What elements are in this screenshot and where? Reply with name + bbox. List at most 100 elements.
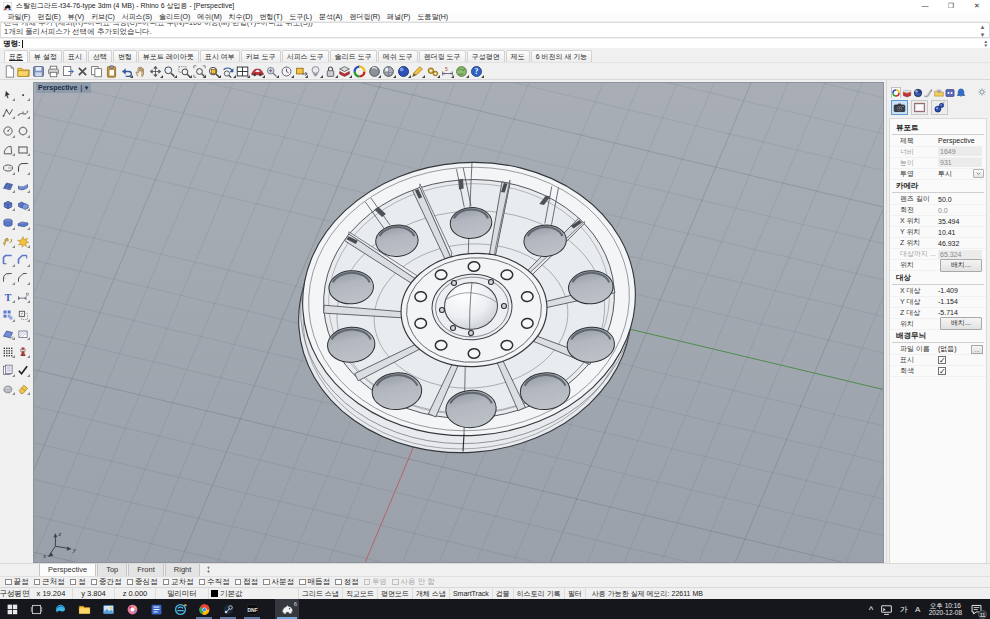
chamfer-edge-icon[interactable]	[16, 254, 30, 267]
osnap-checkbox[interactable]	[392, 579, 399, 586]
chrome-taskbar-icon[interactable]	[192, 599, 216, 619]
viewport-title-menu-arrow[interactable]: ▼	[83, 85, 89, 91]
osnap-item[interactable]: 끝점	[5, 577, 29, 587]
tray-chevron[interactable]: ^	[865, 605, 878, 614]
toolbar-tab[interactable]: 6 버전의 새 기능	[531, 50, 593, 62]
menu-item[interactable]: 편집(E)	[34, 12, 64, 22]
toolbar-tab[interactable]: 표시 여부	[200, 50, 240, 62]
copy-view-icon[interactable]	[60, 64, 75, 79]
new-file-icon[interactable]	[2, 64, 17, 79]
menu-item[interactable]: 렌더링(R)	[346, 12, 384, 22]
lens-page-button[interactable]	[931, 100, 948, 115]
open-folder-icon[interactable]	[17, 64, 32, 79]
command-history-scrollbar[interactable]: ▲▼	[977, 23, 988, 38]
web-panel-tab-icon[interactable]	[945, 87, 955, 98]
arc-icon[interactable]	[1, 143, 15, 156]
pencil-render-icon[interactable]	[411, 64, 426, 79]
curve-chamfer-icon[interactable]	[16, 272, 30, 285]
toolbar-tab[interactable]: 뷰포트 레이아웃	[138, 50, 199, 62]
cursor-icon[interactable]	[1, 88, 15, 101]
toolbar-tab[interactable]: 표시	[63, 50, 87, 62]
ellipse-icon[interactable]	[1, 162, 15, 175]
panel-row-browse-button[interactable]: ...	[971, 345, 983, 354]
dimension-icon[interactable]	[16, 290, 30, 303]
toolbar-tab[interactable]: 메쉬 도구	[378, 50, 418, 62]
status-toggle[interactable]: 직교모드	[343, 588, 378, 599]
osnap-checkbox[interactable]	[163, 579, 170, 586]
explorer-taskbar-icon[interactable]	[72, 599, 96, 619]
menu-item[interactable]: 메쉬(M)	[194, 12, 226, 22]
close-button[interactable]: ✕	[964, 0, 990, 12]
paint-taskbar-icon[interactable]	[120, 599, 144, 619]
menu-item[interactable]: 솔리드(O)	[156, 12, 194, 22]
history-clock-icon[interactable]	[279, 64, 294, 79]
osnap-checkbox[interactable]	[263, 579, 270, 586]
four-viewports-icon[interactable]	[236, 64, 251, 79]
stone-gray-icon[interactable]	[1, 382, 15, 395]
minimize-button[interactable]: —	[912, 0, 938, 12]
panel-row-value[interactable]: 931	[938, 158, 982, 167]
viewport-rect-page-button[interactable]	[911, 100, 928, 115]
delete-x-icon[interactable]	[75, 64, 90, 79]
properties-tab-icon[interactable]	[891, 87, 901, 98]
zoom-dynamic-icon[interactable]	[163, 64, 178, 79]
toolbar-tab[interactable]: 제도	[506, 50, 530, 62]
osnap-checkbox[interactable]	[34, 579, 41, 586]
osnap-checkbox[interactable]	[5, 579, 12, 586]
cplane-button[interactable]: 구성평면	[0, 588, 30, 599]
surface-sweep-icon[interactable]	[16, 180, 30, 193]
rectangle-icon[interactable]	[16, 143, 30, 156]
ie-taskbar-icon[interactable]	[168, 599, 192, 619]
text-tool-icon[interactable]	[1, 290, 15, 303]
polyline-icon[interactable]	[1, 106, 15, 119]
fillet-edge-icon[interactable]	[1, 254, 15, 267]
task-view-taskbar-icon[interactable]	[24, 599, 48, 619]
ime-korean-indicator[interactable]: 가	[896, 604, 911, 615]
view-undo-icon[interactable]	[221, 64, 236, 79]
panel-row-button[interactable]: 배치...	[940, 259, 982, 272]
osnap-checkbox[interactable]	[235, 579, 242, 586]
ime-english-indicator[interactable]: A	[911, 605, 923, 614]
panel-row-value[interactable]: 10.41	[938, 229, 956, 236]
osnap-item[interactable]: 투영	[364, 577, 388, 587]
save-icon[interactable]	[31, 64, 46, 79]
check-mark-icon[interactable]	[16, 364, 30, 377]
toolbar-tab[interactable]: 선택	[88, 50, 112, 62]
surface-trim-icon[interactable]	[1, 327, 15, 340]
panel-row-value[interactable]: -1.154	[938, 298, 958, 305]
viewport-canvas[interactable]: zyx	[34, 83, 884, 563]
globe-green-icon[interactable]	[454, 64, 469, 79]
panel-row-value[interactable]: 46.932	[938, 240, 959, 247]
array-icon[interactable]	[1, 309, 15, 322]
status-toggle[interactable]: SmartTrack	[450, 588, 493, 599]
solid-box-icon[interactable]	[1, 198, 15, 211]
sphere-blue-icon[interactable]	[396, 64, 411, 79]
start-taskbar-icon[interactable]	[0, 599, 24, 619]
clamp-red-icon[interactable]	[16, 345, 30, 358]
named-view-car-icon[interactable]	[250, 64, 265, 79]
menu-item[interactable]: 변형(T)	[256, 12, 286, 22]
menu-item[interactable]: 커브(C)	[88, 12, 119, 22]
units-cell[interactable]: 밀리미터	[156, 588, 209, 599]
status-toggle[interactable]: 검볼	[493, 588, 514, 599]
circle-icon[interactable]	[1, 125, 15, 138]
panel-row-checkbox[interactable]	[938, 356, 946, 364]
boolean-union-icon[interactable]	[16, 198, 30, 211]
layers-shield-icon[interactable]	[338, 64, 353, 79]
osnap-item[interactable]: 중간점	[91, 577, 122, 587]
panel-gear-icon[interactable]	[977, 87, 987, 97]
gears-gold-icon[interactable]	[425, 64, 440, 79]
menu-item[interactable]: 뷰(V)	[64, 12, 87, 22]
edge-taskbar-icon[interactable]	[48, 599, 72, 619]
status-toggle[interactable]: 개체 스냅	[413, 588, 450, 599]
point-grid-icon[interactable]	[1, 345, 15, 358]
copy-icon[interactable]	[90, 64, 105, 79]
print-icon[interactable]	[46, 64, 61, 79]
toolbar-tab[interactable]: 구성평면	[467, 50, 505, 62]
panel-row-value[interactable]: 65.324	[938, 250, 982, 259]
layer-state-icon[interactable]	[294, 64, 309, 79]
explode-icon[interactable]	[16, 235, 30, 248]
display-tab-icon[interactable]	[913, 87, 923, 98]
osnap-checkbox[interactable]	[199, 579, 206, 586]
osnap-item[interactable]: 사분점	[263, 577, 294, 587]
